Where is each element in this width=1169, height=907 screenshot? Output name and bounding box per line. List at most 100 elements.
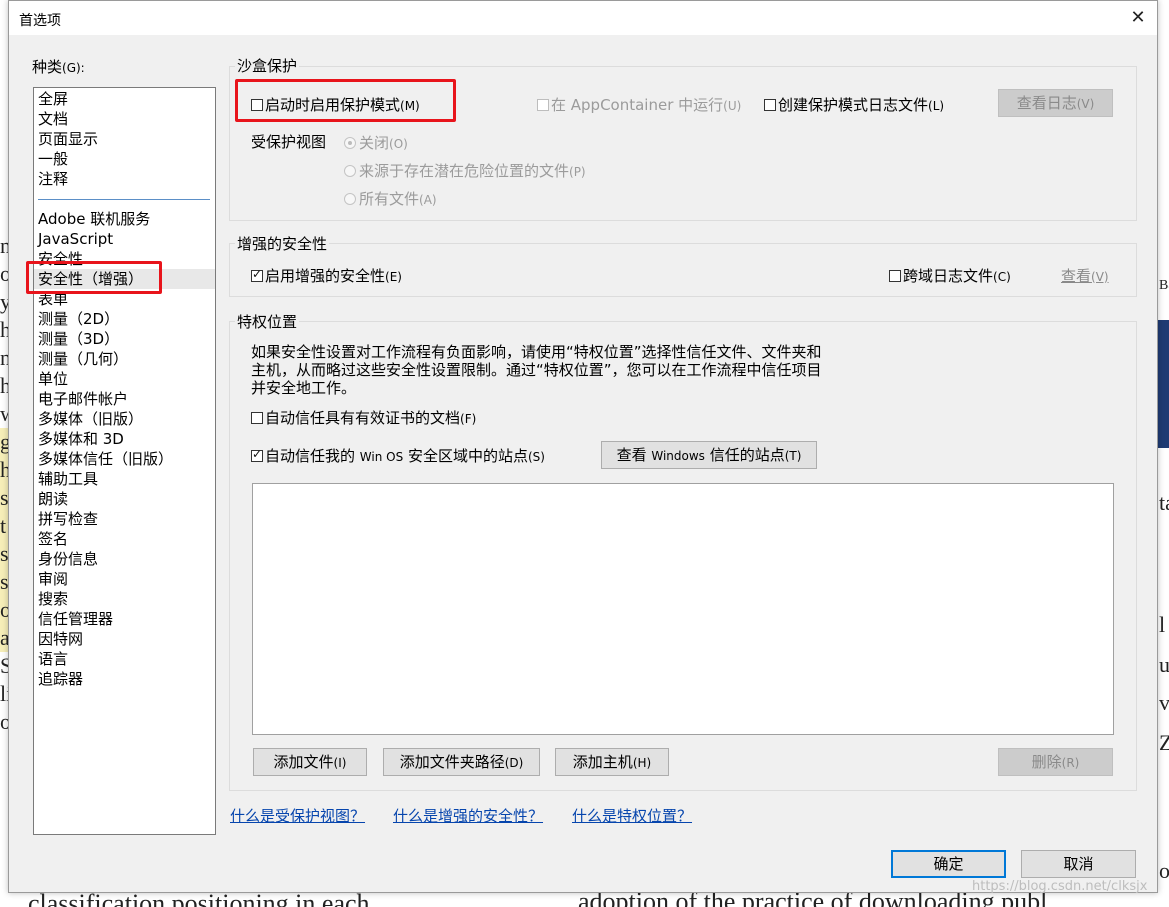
checkbox-icon[interactable] — [251, 99, 263, 111]
pv-unsafe-radio[interactable]: 来源于存在潜在危险位置的文件(P) — [344, 160, 586, 181]
view-cross-domain-link[interactable]: 查看(V) — [1061, 265, 1109, 286]
add-file-button[interactable]: 添加文件(I) — [253, 748, 367, 776]
protected-view-label: 受保护视图 — [251, 133, 327, 151]
category-item[interactable]: 注释 — [38, 169, 68, 189]
category-item[interactable]: 电子邮件帐户 — [38, 389, 128, 409]
accel-key: (L) — [928, 99, 945, 113]
category-item[interactable]: 全屏 — [38, 89, 68, 109]
btn-label: 添加文件夹路径 — [399, 753, 505, 771]
category-item[interactable]: 身份信息 — [38, 549, 98, 569]
appcontainer-checkbox[interactable]: 在 AppContainer 中运行(U) — [537, 94, 741, 115]
cancel-button[interactable]: 取消 — [1021, 850, 1136, 878]
checkbox-icon[interactable] — [251, 267, 263, 282]
close-icon[interactable]: ✕ — [1123, 3, 1153, 33]
accel-key: (M) — [400, 99, 420, 113]
radio-icon[interactable] — [344, 165, 356, 177]
categories-list[interactable]: 全屏 文档 页面显示 一般 注释 Adobe 联机服务 JavaScript 安全性 安全性（增… — [33, 87, 216, 835]
checkbox-icon[interactable] — [537, 99, 549, 111]
remove-button[interactable]: 删除(R) — [998, 748, 1113, 776]
category-item[interactable]: 搜索 — [38, 589, 68, 609]
bg-bottom-left: classification positioning in each — [28, 893, 370, 907]
checkbox-icon[interactable] — [251, 412, 263, 424]
accel-key: (T) — [784, 449, 802, 463]
bg-fragment: v — [1159, 690, 1169, 715]
radio-icon[interactable] — [344, 193, 356, 205]
pv-all-label: 所有文件 — [359, 190, 420, 208]
category-item[interactable]: 拼写检查 — [38, 509, 98, 529]
trust-certified-checkbox[interactable]: 自动信任具有有效证书的文档(F) — [251, 407, 476, 428]
category-item[interactable]: 语言 — [38, 649, 68, 669]
checkbox-icon[interactable] — [889, 270, 901, 282]
privileged-locations-title: 特权位置 — [235, 311, 300, 332]
accel-key: (O) — [389, 137, 408, 151]
categories-label: 种类(G): — [32, 56, 85, 77]
pv-all-radio[interactable]: 所有文件(A) — [344, 188, 437, 209]
category-item[interactable]: 单位 — [38, 369, 68, 389]
btn-label-rest: 信任的站点 — [704, 446, 785, 464]
winos-label-rest: 安全区域中的站点 — [403, 447, 528, 465]
category-separator — [38, 199, 210, 200]
cross-domain-log-checkbox[interactable]: 跨域日志文件(C) — [889, 265, 1011, 286]
appcontainer-label: 在 AppContainer 中运行 — [551, 96, 724, 114]
accel-key: (E) — [385, 270, 402, 284]
category-item[interactable]: 多媒体信任（旧版） — [38, 449, 173, 469]
dialog-title: 首选项 — [19, 13, 61, 29]
btn-label: 查看 — [616, 446, 652, 464]
category-item[interactable]: 因特网 — [38, 629, 83, 649]
category-item[interactable]: 安全性（增强） — [34, 269, 215, 289]
category-item[interactable]: 测量（2D） — [38, 309, 119, 329]
winos-label-os: Win OS — [359, 450, 404, 464]
accel-key: (R) — [1061, 756, 1080, 770]
what-is-privileged-locations-link[interactable]: 什么是特权位置？ — [572, 805, 692, 826]
category-item[interactable]: 测量（几何） — [38, 349, 128, 369]
privileged-description: 如果安全性设置对工作流程有负面影响，请使用“特权位置”选择性信任文件、文件夹和 … — [251, 343, 871, 397]
category-item[interactable]: 信任管理器 — [38, 609, 113, 629]
category-item[interactable]: 一般 — [38, 149, 68, 169]
category-item[interactable]: 表单 — [38, 289, 68, 309]
bg-fragment: or — [1159, 858, 1169, 883]
enable-enhanced-label: 启用增强的安全性 — [265, 267, 386, 285]
view-windows-trusted-sites-button[interactable]: 查看 Windows 信任的站点(T) — [601, 441, 817, 469]
category-item[interactable]: Adobe 联机服务 — [38, 209, 150, 229]
create-log-checkbox[interactable]: 创建保护模式日志文件(L) — [764, 94, 944, 115]
add-folder-path-button[interactable]: 添加文件夹路径(D) — [383, 748, 540, 776]
trust-winos-sites-checkbox[interactable]: 自动信任我的 Win OS 安全区域中的站点(S) — [251, 445, 545, 466]
radio-icon[interactable] — [344, 137, 356, 149]
category-item[interactable]: 朗读 — [38, 489, 68, 509]
what-is-enhanced-security-link[interactable]: 什么是增强的安全性？ — [393, 805, 543, 826]
accel-key: (F) — [460, 412, 477, 426]
protected-mode-checkbox[interactable]: 启动时启用保护模式(M) — [251, 94, 420, 115]
category-item[interactable]: 审阅 — [38, 569, 68, 589]
pv-off-radio[interactable]: 关闭(O) — [344, 132, 408, 153]
category-item[interactable]: 多媒体（旧版） — [38, 409, 143, 429]
category-item[interactable]: 安全性 — [38, 249, 83, 269]
categories-label-accel: (G): — [62, 61, 85, 75]
category-item[interactable]: 签名 — [38, 529, 68, 549]
category-item[interactable]: 追踪器 — [38, 669, 83, 689]
accel-key: (I) — [333, 756, 347, 770]
checkbox-icon[interactable] — [764, 99, 776, 111]
background-right-text: Ba ta l u v Z or — [1157, 0, 1169, 907]
add-host-button[interactable]: 添加主机(H) — [555, 748, 669, 776]
background-bottom-text: classification positioning in each adopt… — [0, 893, 1169, 907]
bg-fragment: Ba — [1159, 278, 1169, 293]
accel-key: (H) — [632, 756, 652, 770]
background-figure — [1157, 320, 1169, 448]
what-is-protected-view-link[interactable]: 什么是受保护视图？ — [230, 805, 365, 826]
checkbox-icon[interactable] — [251, 447, 263, 462]
accel-key: (A) — [419, 193, 437, 207]
category-item[interactable]: 辅助工具 — [38, 469, 98, 489]
title-bar[interactable]: 首选项 ✕ — [9, 1, 1157, 35]
category-item[interactable]: 多媒体和 3D — [38, 429, 124, 449]
category-item[interactable]: 页面显示 — [38, 129, 98, 149]
view-log-button[interactable]: 查看日志(V) — [998, 89, 1113, 117]
privileged-locations-list[interactable] — [252, 483, 1114, 735]
enhanced-security-title: 增强的安全性 — [235, 233, 330, 254]
create-log-label: 创建保护模式日志文件 — [778, 96, 929, 114]
ok-button[interactable]: 确定 — [891, 850, 1006, 878]
category-item[interactable]: 测量（3D） — [38, 329, 119, 349]
sandbox-group-title: 沙盒保护 — [235, 55, 300, 76]
category-item[interactable]: 文档 — [38, 109, 68, 129]
category-item[interactable]: JavaScript — [38, 229, 113, 249]
enable-enhanced-checkbox[interactable]: 启用增强的安全性(E) — [251, 265, 402, 286]
